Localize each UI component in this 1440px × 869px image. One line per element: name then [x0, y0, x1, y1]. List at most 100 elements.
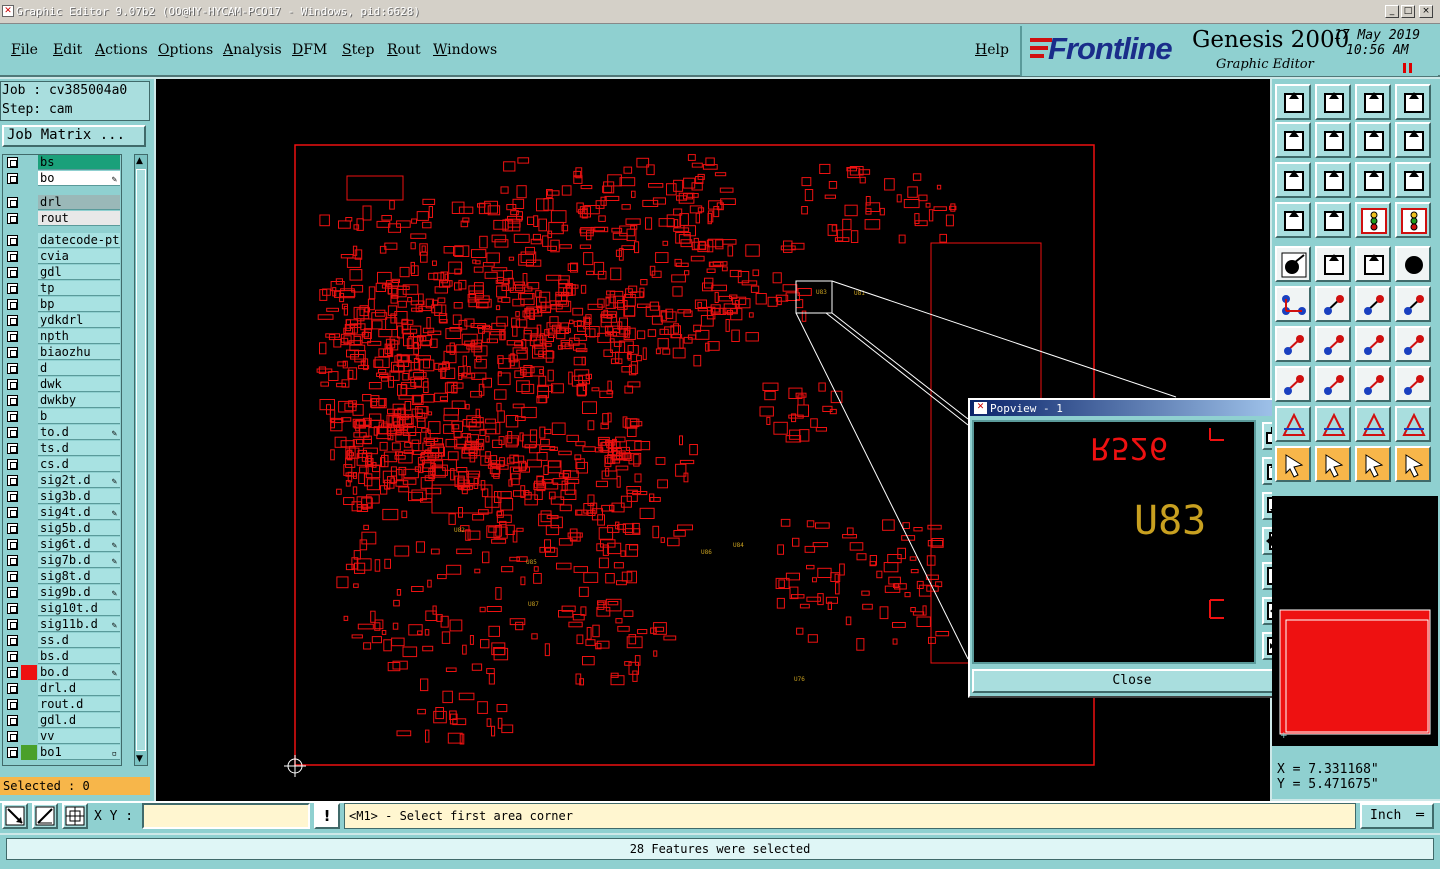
layer-checkbox[interactable] [7, 213, 18, 224]
layer-name[interactable]: cs.d [38, 457, 120, 472]
layer-checkbox[interactable] [7, 347, 18, 358]
layer-name[interactable]: bs.d [38, 649, 120, 664]
popview-canvas[interactable]: R526 U83 [972, 420, 1256, 664]
layer-row-dwkby[interactable]: dwkby [3, 393, 121, 408]
draw-diagonal-button[interactable] [2, 803, 28, 829]
pan-right-icon[interactable] [1315, 122, 1351, 158]
layer-checkbox[interactable] [7, 491, 18, 502]
layer-color-swatch[interactable] [21, 649, 37, 664]
grid-snap-button[interactable] [62, 803, 88, 829]
house-icon[interactable] [1355, 84, 1391, 120]
layer-color-swatch[interactable] [21, 745, 37, 760]
help-icon[interactable] [1395, 162, 1431, 198]
layer-name[interactable]: datecode-pte [38, 233, 120, 248]
layer-color-swatch[interactable] [21, 617, 37, 632]
feature-info-icon[interactable] [1275, 246, 1311, 282]
layer-name[interactable]: rout [38, 211, 120, 226]
layer-checkbox[interactable] [7, 651, 18, 662]
layer-color-swatch[interactable] [21, 297, 37, 312]
layer-row-datecode-pte[interactable]: datecode-pte [3, 233, 121, 248]
layer-name[interactable]: tp [38, 281, 120, 296]
menu-rout[interactable]: Rout [387, 42, 421, 58]
layer-row-bs.d[interactable]: bs.d [3, 649, 121, 664]
maximize-button[interactable]: □ [1401, 5, 1415, 18]
layer-row-b[interactable]: b [3, 409, 121, 424]
snap-alt-icon[interactable] [1395, 286, 1431, 322]
layer-color-swatch[interactable] [21, 697, 37, 712]
minimize-button[interactable]: _ [1385, 5, 1399, 18]
alert-icon[interactable]: ! [314, 803, 340, 829]
layer-name[interactable]: vv [38, 729, 120, 744]
layers-alt-icon[interactable] [1395, 202, 1431, 238]
layer-checkbox[interactable] [7, 331, 18, 342]
layer-color-swatch[interactable] [21, 155, 37, 170]
layer-checkbox[interactable] [7, 715, 18, 726]
layer-checkbox[interactable] [7, 475, 18, 486]
layer-name[interactable]: sig7b.d ✎ [38, 553, 120, 568]
flip-icon[interactable] [1355, 122, 1391, 158]
layer-checkbox[interactable] [7, 379, 18, 390]
layer-color-swatch[interactable] [21, 265, 37, 280]
layer-row-npth[interactable]: npth [3, 329, 121, 344]
layer-color-swatch[interactable] [21, 489, 37, 504]
layer-row-dwk[interactable]: dwk [3, 377, 121, 392]
layer-scrollbar[interactable]: ▲ ▼ [134, 154, 148, 766]
layer-row-rout[interactable]: rout [3, 211, 121, 226]
layer-name[interactable]: bo1 ▫ [38, 745, 120, 760]
pan-left-icon[interactable] [1275, 122, 1311, 158]
layer-row-sig9b.d[interactable]: sig9b.d ✎ [3, 585, 121, 600]
layer-checkbox[interactable] [7, 555, 18, 566]
layer-color-swatch[interactable] [21, 633, 37, 648]
layer-name[interactable]: sig8t.d [38, 569, 120, 584]
layer-row-gdl.d[interactable]: gdl.d [3, 713, 121, 728]
layer-color-swatch[interactable] [21, 377, 37, 392]
layer-color-swatch[interactable] [21, 249, 37, 264]
pen-icon[interactable] [1275, 202, 1311, 238]
scroll-thumb[interactable] [136, 169, 146, 751]
layer-checkbox[interactable] [7, 683, 18, 694]
layer-checkbox[interactable] [7, 197, 18, 208]
scale-icon[interactable] [1355, 162, 1391, 198]
layer-name[interactable]: sig6t.d ✎ [38, 537, 120, 552]
layer-checkbox[interactable] [7, 619, 18, 630]
window-icon[interactable] [1395, 84, 1431, 120]
overview-map[interactable]: + [1272, 496, 1438, 746]
layer-color-swatch[interactable] [21, 281, 37, 296]
redraw-icon[interactable] [1395, 122, 1431, 158]
select-icon[interactable] [1275, 446, 1311, 482]
menu-actions[interactable]: Actions [95, 42, 148, 58]
layer-row-sig11b.d[interactable]: sig11b.d ✎ [3, 617, 121, 632]
grid-icon[interactable] [1315, 202, 1351, 238]
layer-name[interactable]: drl.d [38, 681, 120, 696]
layer-row-vv[interactable]: vv [3, 729, 121, 744]
curve-icon[interactable] [1355, 326, 1391, 362]
layer-row-ss.d[interactable]: ss.d [3, 633, 121, 648]
layer-checkbox[interactable] [7, 731, 18, 742]
layer-row-to.d[interactable]: to.d ✎ [3, 425, 121, 440]
layer-color-swatch[interactable] [21, 521, 37, 536]
arc-icon[interactable] [1315, 326, 1351, 362]
layer-checkbox[interactable] [7, 667, 18, 678]
layer-color-swatch[interactable] [21, 171, 37, 186]
layer-name[interactable]: d [38, 361, 120, 376]
cross-icon[interactable] [1315, 286, 1351, 322]
connect-icon[interactable] [1275, 286, 1311, 322]
layer-name[interactable]: bo.d ✎ [38, 665, 120, 680]
layer-name[interactable]: sig2t.d ✎ [38, 473, 120, 488]
align-icon[interactable] [1315, 366, 1351, 402]
layer-row-ts.d[interactable]: ts.d [3, 441, 121, 456]
fit-vertical-icon[interactable] [1275, 162, 1311, 198]
layer-name[interactable]: gdl [38, 265, 120, 280]
units-select[interactable]: Inch ═ [1360, 803, 1434, 829]
layer-color-swatch[interactable] [21, 713, 37, 728]
layer-row-bo[interactable]: bo ✎ [3, 171, 121, 186]
layer-name[interactable]: sig11b.d ✎ [38, 617, 120, 632]
layer-row-bp[interactable]: bp [3, 297, 121, 312]
menu-options[interactable]: Options [158, 42, 213, 58]
select-region-icon[interactable] [1315, 246, 1351, 282]
menu-help[interactable]: Help [975, 42, 1009, 58]
ramp-icon[interactable] [1355, 406, 1391, 442]
layer-color-swatch[interactable] [21, 313, 37, 328]
close-window-button[interactable]: × [1419, 5, 1433, 18]
layer-color-swatch[interactable] [21, 537, 37, 552]
